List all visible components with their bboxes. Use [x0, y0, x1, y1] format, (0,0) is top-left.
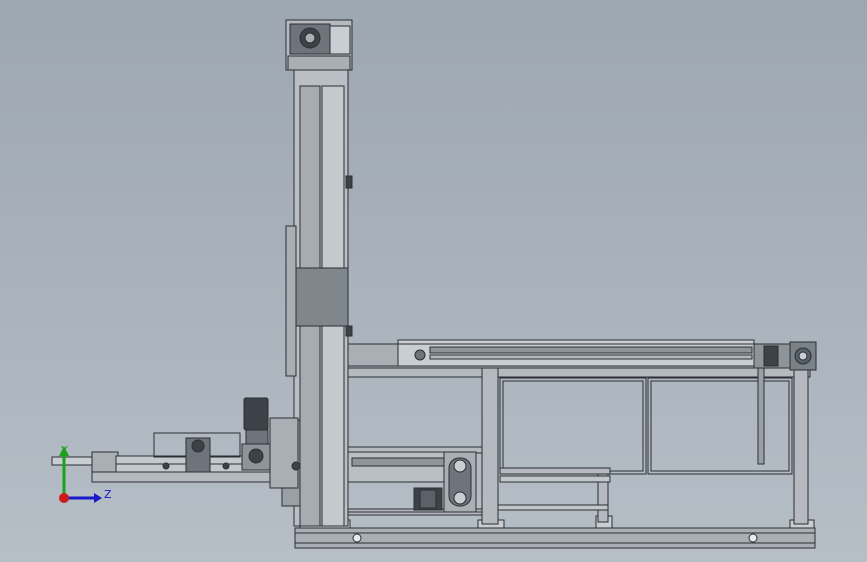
cad-viewport[interactable]: Y Z	[0, 0, 867, 562]
lower-belt-unit	[347, 451, 477, 513]
y-axis-label: Y	[60, 444, 68, 457]
x-axis-origin-marker	[59, 493, 69, 503]
base-frame	[294, 515, 816, 549]
z-axis-label: Z	[104, 488, 112, 501]
z-axis-arrowhead	[94, 493, 102, 503]
left-arm	[51, 397, 301, 489]
upper-conveyor	[345, 339, 817, 371]
